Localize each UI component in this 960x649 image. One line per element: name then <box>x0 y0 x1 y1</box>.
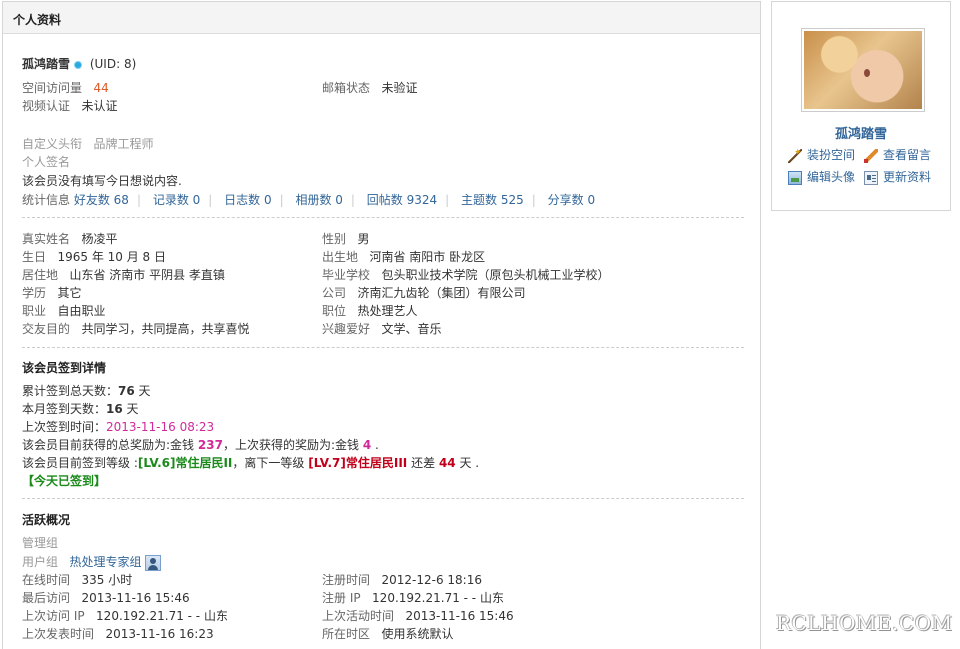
visits-label: 空间访问量 <box>22 81 83 95</box>
level-gap-value: 44 <box>438 456 456 470</box>
stats-row: 统计信息 好友数 68 | 记录数 0 | 日志数 0 | 相册数 0 | 回帖数 93… <box>22 193 596 207</box>
magic-wand-icon <box>788 145 802 163</box>
detail-birthplace: 出生地 河南省 南阳市 卧龙区 <box>322 250 486 264</box>
stat-shares-link[interactable]: 分享数 0 <box>548 193 595 207</box>
video-label: 视频认证 <box>22 99 71 113</box>
signature-label: 个人签名 <box>22 155 71 169</box>
stat-albums-link[interactable]: 相册数 0 <box>295 193 342 207</box>
stat-friends-link[interactable]: 好友数 68 <box>74 193 129 207</box>
stat-replies-link[interactable]: 回帖数 9324 <box>367 193 437 207</box>
view-messages-link[interactable]: 查看留言 <box>864 147 931 163</box>
detail-residence: 居住地 山东省 济南市 平阴县 孝直镇 <box>22 268 225 282</box>
activity-last-post: 上次发表时间 2013-11-16 16:23 <box>22 627 214 641</box>
admin-group-label: 管理组 <box>22 536 59 550</box>
detail-education: 学历 其它 <box>22 286 82 300</box>
picture-icon <box>788 170 802 185</box>
activity-last-visit: 最后访问 2013-11-16 15:46 <box>22 591 190 605</box>
custom-title-value: 品牌工程师 <box>93 137 154 151</box>
signin-total-value: 76 <box>118 384 135 398</box>
visits-value: 44 <box>93 81 109 95</box>
today-signed-badge: 【今天已签到】 <box>22 474 107 488</box>
signin-month-row: 本月签到天数：16 天 <box>22 402 139 416</box>
detail-position: 职位 热处理艺人 <box>322 304 418 318</box>
username: 孤鸿踏雪 <box>22 57 71 71</box>
detail-interests: 兴趣爱好 文学、音乐 <box>322 322 442 336</box>
reward-total-value: 237 <box>197 438 223 452</box>
detail-gender: 性别 男 <box>322 232 370 246</box>
stat-threads-link[interactable]: 主题数 525 <box>461 193 524 207</box>
user-card: 孤鸿踏雪 装扮空间 查看留言 编辑头像 更新资料 <box>771 1 951 211</box>
custom-title-row: 自定义头衔 品牌工程师 <box>22 136 153 152</box>
signin-section-title: 该会员签到详情 <box>22 361 107 375</box>
video-value: 未认证 <box>81 99 118 113</box>
signature-row: 个人签名 <box>22 154 70 170</box>
email-row: 邮箱状态 未验证 <box>322 80 417 96</box>
video-row: 视频认证 未认证 <box>22 98 117 114</box>
update-profile-link[interactable]: 更新资料 <box>864 169 931 185</box>
sidebar-username[interactable]: 孤鸿踏雪 <box>772 123 950 142</box>
user-group-link[interactable]: 热处理专家组 <box>69 555 141 569</box>
profile-card-icon <box>864 170 878 185</box>
detail-occupation: 职业 自由职业 <box>22 304 106 318</box>
user-group-row: 用户组 热处理专家组 <box>22 554 162 571</box>
reward-last-value: 4 <box>362 438 372 452</box>
profile-panel: 个人资料 孤鸿踏雪 (UID: 8) 空间访问量 44 邮箱状态 未验证 视频认… <box>2 1 761 649</box>
status-text: 该会员没有填写今日想说内容. <box>22 174 182 188</box>
signin-total-row: 累计签到总天数：76 天 <box>22 384 151 398</box>
activity-section-title: 活跃概况 <box>22 513 71 527</box>
detail-school: 毕业学校 包头职业技术学院（原包头机械工业学校） <box>322 268 610 282</box>
activity-register-ip: 注册 IP 120.192.21.71 - - 山东 <box>322 591 504 605</box>
detail-realname: 真实姓名 杨凌平 <box>22 232 118 246</box>
activity-register-time: 注册时间 2012-12-6 18:16 <box>322 573 482 587</box>
next-level: [LV.7]常住居民III <box>308 456 408 470</box>
current-level: [LV.6]常住居民II <box>137 456 233 470</box>
divider <box>22 498 744 499</box>
email-value: 未验证 <box>381 81 418 95</box>
activity-timezone: 所在时区 使用系统默认 <box>322 627 454 641</box>
email-label: 邮箱状态 <box>322 81 371 95</box>
detail-birthday: 生日 1965 年 10 月 8 日 <box>22 250 166 264</box>
decorate-space-link[interactable]: 装扮空间 <box>788 145 855 163</box>
divider <box>22 347 744 348</box>
username-line: 孤鸿踏雪 (UID: 8) <box>22 56 136 72</box>
divider <box>22 217 744 218</box>
uid: (UID: 8) <box>89 57 137 71</box>
edit-avatar-link[interactable]: 编辑头像 <box>788 169 855 185</box>
activity-last-ip: 上次访问 IP 120.192.21.71 - - 山东 <box>22 609 228 623</box>
online-status-icon <box>74 60 83 69</box>
stat-blogs-link[interactable]: 日志数 0 <box>224 193 271 207</box>
detail-company: 公司 济南汇九齿轮（集团）有限公司 <box>322 286 526 300</box>
stat-records-link[interactable]: 记录数 0 <box>153 193 200 207</box>
detail-purpose: 交友目的 共同学习，共同提高，共享喜悦 <box>22 322 250 336</box>
pencil-icon <box>864 148 878 163</box>
avatar[interactable] <box>801 28 925 112</box>
signin-month-value: 16 <box>106 402 123 416</box>
activity-last-active: 上次活动时间 2013-11-16 15:46 <box>322 609 514 623</box>
visits-row: 空间访问量 44 <box>22 80 109 96</box>
stats-label: 统计信息 <box>22 193 71 207</box>
user-group-icon <box>145 554 162 571</box>
avatar-image <box>804 31 922 109</box>
watermark: RCLHOME.COM <box>776 611 953 635</box>
signin-last-value: 2013-11-16 08:23 <box>106 420 215 434</box>
panel-title: 个人资料 <box>3 2 760 34</box>
signin-reward-row: 该会员目前获得的总奖励为:金钱 237，上次获得的奖励为:金钱 4 . <box>22 438 379 452</box>
custom-title-label: 自定义头衔 <box>22 137 83 151</box>
signin-level-row: 该会员目前签到等级 :[LV.6]常住居民II，离下一等级 [LV.7]常住居民… <box>22 456 480 470</box>
activity-online-time: 在线时间 335 小时 <box>22 573 133 587</box>
signin-last-row: 上次签到时间：2013-11-16 08:23 <box>22 420 215 434</box>
